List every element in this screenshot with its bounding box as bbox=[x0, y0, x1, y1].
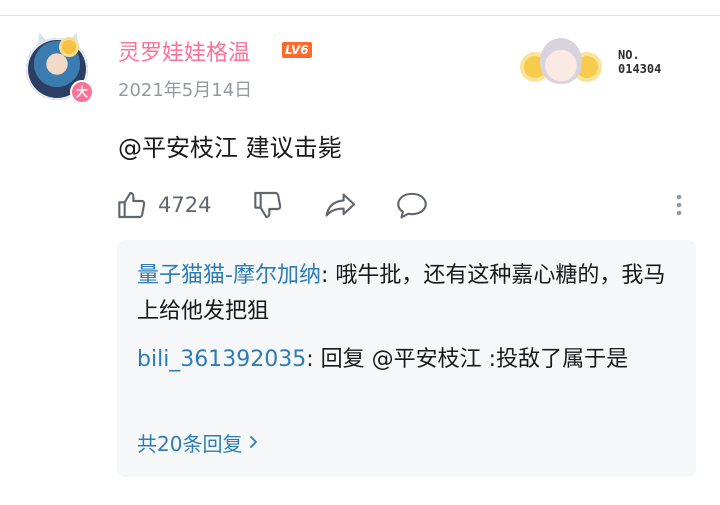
chevron-right-icon bbox=[242, 431, 258, 455]
reply-button[interactable] bbox=[395, 185, 429, 225]
reply-preview-box[interactable]: 量子猫猫-摩尔加纳: 哦牛批，还有这种嘉心糖的，我马上给他发把狙 bili_36… bbox=[117, 240, 696, 477]
action-bar: 4724 bbox=[0, 185, 720, 225]
top-divider bbox=[0, 15, 720, 16]
username[interactable]: 灵罗娃娃格温 bbox=[118, 35, 250, 67]
fan-badge[interactable] bbox=[524, 34, 598, 90]
fan-badge-number-value: 014304 bbox=[618, 62, 662, 76]
dislike-button[interactable] bbox=[252, 185, 284, 225]
reply-text: : 回复 @平安枝江 :投敌了属于是 bbox=[306, 347, 629, 372]
reply-author[interactable]: 量子猫猫-摩尔加纳 bbox=[137, 263, 321, 288]
reply-item: 量子猫猫-摩尔加纳: 哦牛批，还有这种嘉心糖的，我马上给他发把狙 bbox=[137, 258, 682, 330]
view-all-replies-label: 共20条回复 bbox=[137, 432, 243, 456]
level-badge: LV6 bbox=[282, 42, 312, 58]
post-date: 2021年5月14日 bbox=[118, 80, 253, 101]
thumb-down-icon bbox=[252, 189, 284, 221]
reply-author[interactable]: bili_361392035 bbox=[137, 347, 306, 372]
like-count: 4724 bbox=[158, 193, 212, 217]
comment-text: @平安枝江 建议击毙 bbox=[118, 134, 342, 162]
vip-badge: 大 bbox=[70, 80, 94, 104]
comment-icon bbox=[395, 189, 429, 221]
like-button[interactable]: 4724 bbox=[116, 185, 211, 225]
avatar[interactable]: 大 bbox=[26, 29, 94, 104]
share-icon bbox=[324, 189, 358, 221]
avatar-flower-decoration bbox=[62, 40, 76, 54]
view-all-replies-link[interactable]: 共20条回复 bbox=[137, 428, 258, 457]
fan-badge-character bbox=[540, 38, 582, 84]
more-vertical-icon bbox=[672, 189, 686, 221]
fan-badge-number: NO. 014304 bbox=[618, 48, 661, 76]
fan-badge-number-prefix: NO. bbox=[618, 48, 640, 62]
reply-item: bili_361392035: 回复 @平安枝江 :投敌了属于是 bbox=[137, 342, 682, 378]
more-options-button[interactable] bbox=[672, 185, 686, 225]
share-button[interactable] bbox=[324, 185, 358, 225]
thumb-up-icon bbox=[116, 189, 148, 221]
